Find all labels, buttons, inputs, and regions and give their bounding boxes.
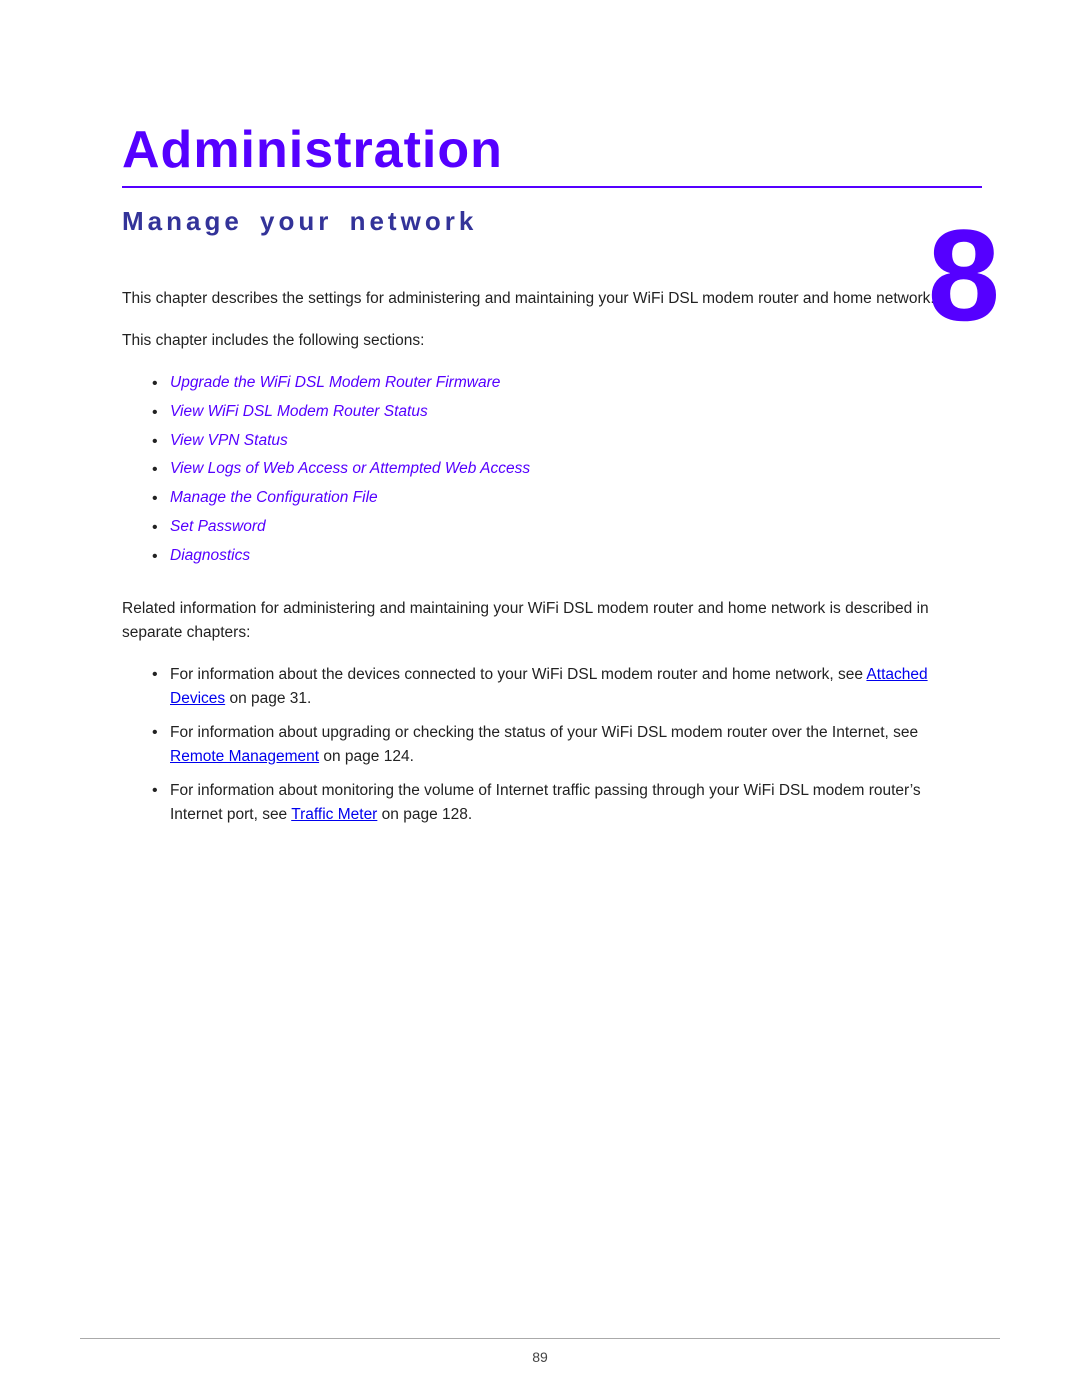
link-traffic-meter[interactable]: Traffic Meter <box>291 806 377 823</box>
link-remote-management[interactable]: Remote Management <box>170 748 319 765</box>
bullet-text-after-3: on page 128. <box>377 806 472 823</box>
chapter-subtitle: Manage your network <box>122 206 958 237</box>
bullet-text-after-1: on page 31. <box>225 690 311 707</box>
section-links-list: Upgrade the WiFi DSL Modem Router Firmwa… <box>152 371 958 569</box>
footer-rule <box>80 1338 1000 1339</box>
link-view-router-status[interactable]: View WiFi DSL Modem Router Status <box>170 403 428 420</box>
intro-paragraph-1: This chapter describes the settings for … <box>122 287 958 311</box>
related-bullets-list: For information about the devices connec… <box>152 663 958 827</box>
link-diagnostics[interactable]: Diagnostics <box>170 547 250 564</box>
list-item: For information about upgrading or check… <box>152 721 958 769</box>
content-area: 8 Administration Manage your network Thi… <box>0 0 1080 931</box>
list-item: View Logs of Web Access or Attempted Web… <box>152 457 958 482</box>
list-item: For information about monitoring the vol… <box>152 779 958 827</box>
link-set-password[interactable]: Set Password <box>170 518 266 535</box>
link-view-logs[interactable]: View Logs of Web Access or Attempted Web… <box>170 460 530 477</box>
link-view-vpn-status[interactable]: View VPN Status <box>170 432 288 449</box>
chapter-title: Administration <box>122 120 958 180</box>
page-footer: 89 <box>0 1338 1080 1367</box>
list-item: Upgrade the WiFi DSL Modem Router Firmwa… <box>152 371 958 396</box>
list-item: Manage the Configuration File <box>152 486 958 511</box>
title-rule <box>122 186 982 188</box>
bullet-text-after-2: on page 124. <box>319 748 414 765</box>
link-manage-config[interactable]: Manage the Configuration File <box>170 489 378 506</box>
list-item: For information about the devices connec… <box>152 663 958 711</box>
list-item: View WiFi DSL Modem Router Status <box>152 400 958 425</box>
intro-paragraph-2: This chapter includes the following sect… <box>122 329 958 353</box>
list-item: Diagnostics <box>152 544 958 569</box>
page-number: 89 <box>532 1349 548 1365</box>
bullet-text-before-1: For information about the devices connec… <box>170 666 866 683</box>
list-item: Set Password <box>152 515 958 540</box>
chapter-number: 8 <box>928 210 1000 340</box>
list-item: View VPN Status <box>152 429 958 454</box>
related-intro-paragraph: Related information for administering an… <box>122 597 958 645</box>
bullet-text-before-2: For information about upgrading or check… <box>170 724 918 741</box>
link-upgrade-firmware[interactable]: Upgrade the WiFi DSL Modem Router Firmwa… <box>170 374 500 391</box>
page-container: 8 Administration Manage your network Thi… <box>0 0 1080 1397</box>
bullet-text-before-3: For information about monitoring the vol… <box>170 782 921 823</box>
